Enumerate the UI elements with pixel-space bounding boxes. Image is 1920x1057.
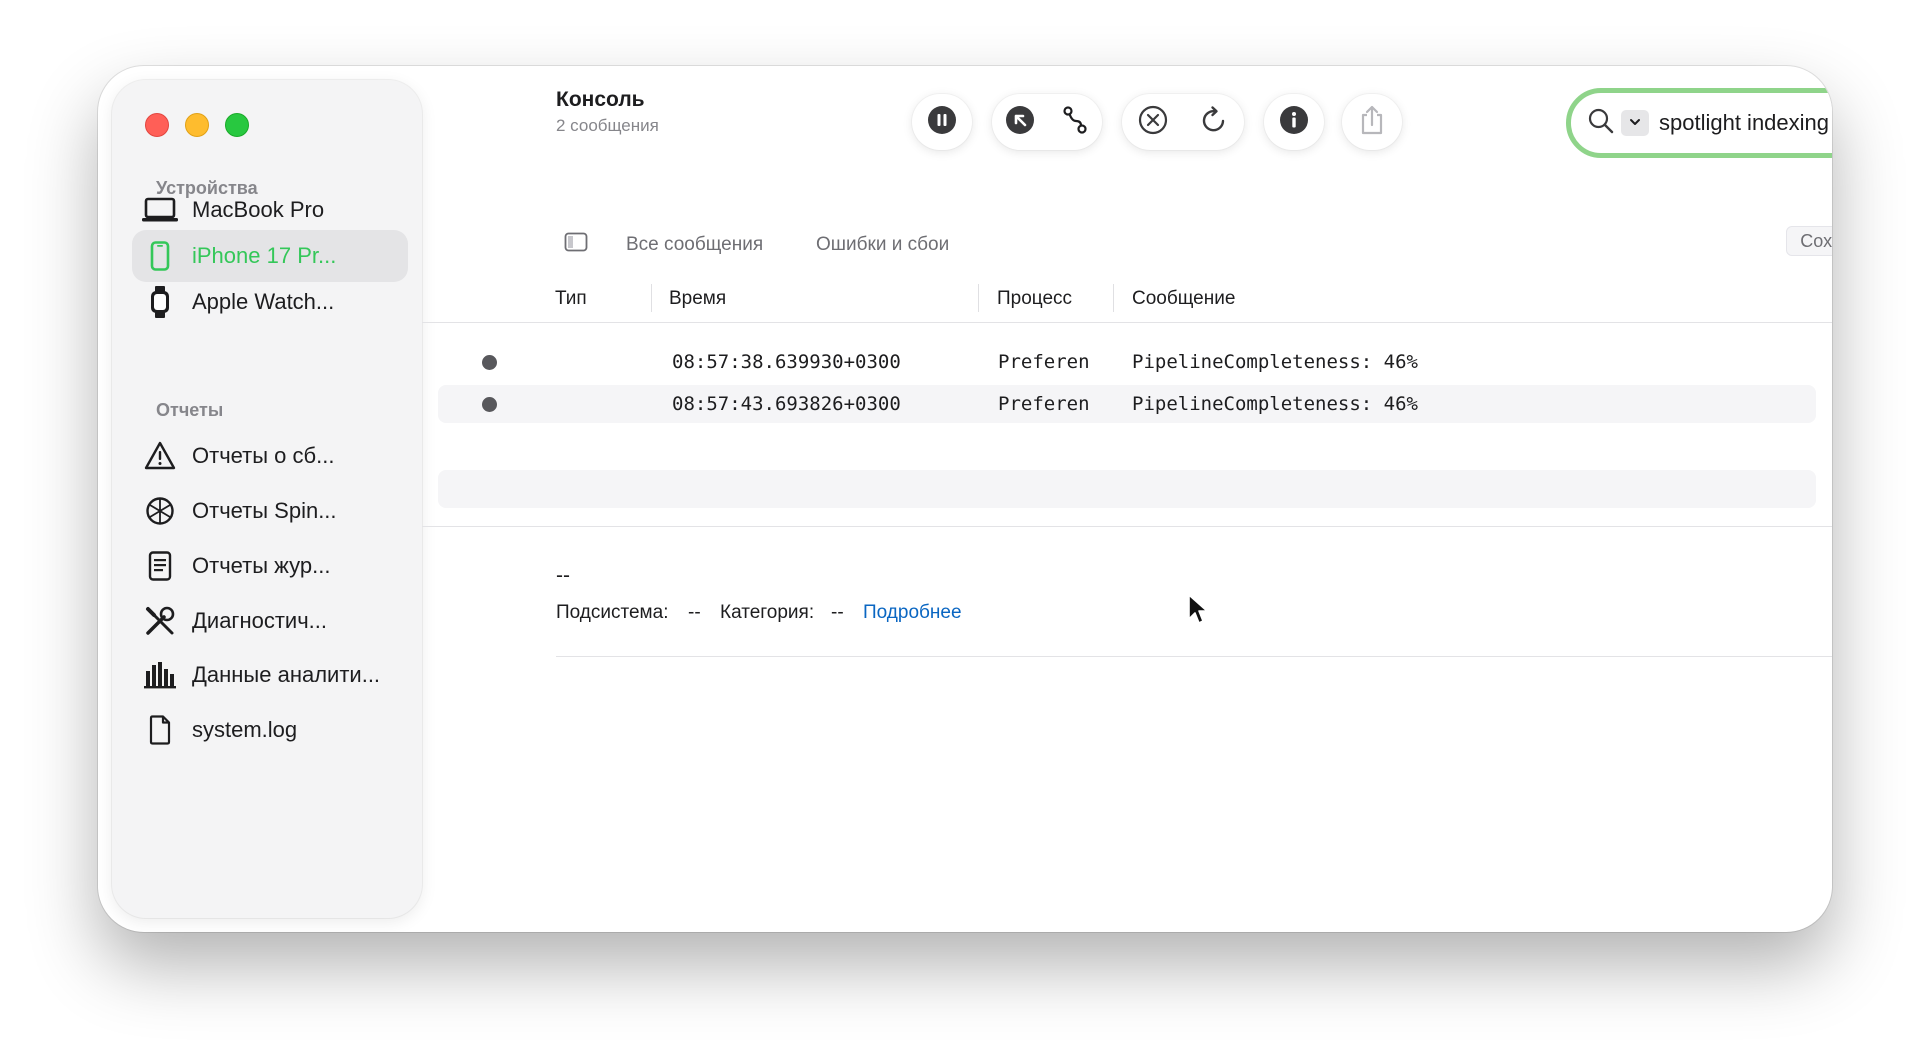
info-icon [1279, 105, 1309, 140]
detail-category-label: Категория: [720, 602, 815, 623]
info-group [1264, 94, 1324, 150]
log-level-dot [482, 355, 497, 370]
sidebar-item-label: Диагностич... [192, 608, 327, 633]
sidebar-item-macbook-pro[interactable]: MacBook Pro [132, 184, 408, 236]
path-button[interactable] [1047, 94, 1102, 150]
search-icon [1587, 107, 1615, 140]
tools-icon [138, 603, 182, 639]
sidebar-item-label: MacBook Pro [192, 197, 325, 222]
sidebar-item-apple-watch[interactable]: Apple Watch... [132, 276, 408, 328]
detail-message: -- [556, 564, 570, 587]
window-title: Консоль [556, 88, 645, 111]
path-icon [1060, 105, 1090, 140]
more-details-link[interactable]: Подробнее [863, 602, 962, 624]
chevron-down-icon [1628, 114, 1642, 132]
sidebar-item-label: Отчеты жур... [192, 553, 331, 578]
share-icon [1357, 104, 1387, 141]
message-count: 2 сообщения [556, 116, 659, 135]
info-button[interactable] [1266, 94, 1322, 150]
traffic-lights [145, 113, 249, 137]
row-time: 08:57:38.639930+0300 [672, 351, 901, 373]
iphone-icon [138, 238, 182, 274]
sidebar-toggle-button[interactable] [564, 232, 588, 257]
row-process: Preferen [998, 393, 1090, 415]
header-divider [422, 322, 1832, 323]
warning-icon [138, 438, 182, 474]
reload-button[interactable] [1186, 94, 1242, 150]
document-list-icon [138, 548, 182, 584]
split-divider[interactable] [422, 526, 1832, 527]
share-group [1342, 94, 1402, 150]
column-separator [1113, 284, 1114, 312]
sidebar-item-label: system.log [192, 717, 298, 742]
bar-chart-icon [138, 657, 182, 693]
sidebar-item-label: Apple Watch... [192, 289, 335, 314]
minimize-window-button[interactable] [185, 113, 209, 137]
sidebar-item-label: iPhone 17 Pr... [192, 243, 337, 268]
activities-button[interactable] [992, 94, 1047, 150]
table-row[interactable]: 08:57:43.693826+0300 Preferen PipelineCo… [438, 385, 1816, 423]
share-button[interactable] [1344, 94, 1400, 150]
sidebar-item-analytics-data[interactable]: Данные аналити... [132, 649, 408, 701]
clear-icon [1137, 104, 1169, 141]
laptop-icon [138, 192, 182, 228]
row-message: PipelineCompleteness: 46% [1132, 393, 1418, 415]
column-message[interactable]: Сообщение [1132, 288, 1235, 310]
column-process[interactable]: Процесс [997, 288, 1072, 310]
pause-icon [927, 105, 957, 140]
search-token-menu[interactable] [1621, 110, 1649, 136]
search-query[interactable]: spotlight indexing pro... [1659, 110, 1832, 136]
mouse-pointer [1187, 593, 1209, 630]
navigation-group [992, 94, 1102, 150]
pause-group [912, 94, 972, 150]
column-type[interactable]: Тип [555, 288, 587, 310]
sidebar-item-label: Данные аналити... [192, 662, 381, 687]
column-time[interactable]: Время [669, 288, 726, 310]
column-separator [978, 284, 979, 312]
arrow-up-left-icon [1005, 105, 1035, 140]
sidebar-item-iphone[interactable]: iPhone 17 Pr... [132, 230, 408, 282]
row-process: Preferen [998, 351, 1090, 373]
filter-errors-and-faults[interactable]: Ошибки и сбои [816, 234, 949, 256]
main-area: Консоль 2 сообщения spotlight indexing В… [422, 66, 1832, 932]
detail-subsystem-value: -- [688, 602, 701, 623]
sidebar-item-crash-reports[interactable]: Отчеты о сб... [132, 430, 408, 482]
log-level-dot [482, 397, 497, 412]
column-separator [651, 284, 652, 312]
sidebar-item-label: Отчеты о сб... [192, 443, 335, 468]
sidebar-item-log-reports[interactable]: Отчеты жур... [132, 540, 408, 592]
row-message: PipelineCompleteness: 46% [1132, 351, 1418, 373]
sidebar-item-spin-reports[interactable]: Отчеты Spin... [132, 485, 408, 537]
spin-icon [138, 493, 182, 529]
clear-reload-group [1122, 94, 1244, 150]
zoom-window-button[interactable] [225, 113, 249, 137]
table-row[interactable]: 08:57:38.639930+0300 Preferen PipelineCo… [438, 343, 1816, 381]
reload-icon [1198, 104, 1230, 141]
console-window: Устройства MacBook Pro iPhone 17 Pr... A… [98, 66, 1832, 932]
detail-category-value: -- [831, 602, 844, 623]
close-window-button[interactable] [145, 113, 169, 137]
clear-button[interactable] [1125, 94, 1181, 150]
row-time: 08:57:43.693826+0300 [672, 393, 901, 415]
reports-section-title: Отчеты [156, 400, 224, 420]
save-button[interactable]: Сохранить [1786, 226, 1832, 256]
sidebar-toggle-icon [564, 232, 588, 256]
search-field[interactable]: spotlight indexing pro... [1566, 88, 1832, 158]
detail-divider [556, 656, 1832, 657]
sidebar-item-system-log[interactable]: system.log [132, 704, 408, 756]
sidebar-item-label: Отчеты Spin... [192, 498, 337, 523]
sidebar: Устройства MacBook Pro iPhone 17 Pr... A… [112, 80, 422, 918]
pause-button[interactable] [914, 94, 970, 150]
empty-row [438, 470, 1816, 508]
file-icon [138, 712, 182, 748]
watch-icon [138, 284, 182, 320]
detail-subsystem-label: Подсистема: [556, 602, 669, 623]
filter-all-messages[interactable]: Все сообщения [626, 234, 763, 256]
sidebar-item-diagnostics[interactable]: Диагностич... [132, 595, 408, 647]
